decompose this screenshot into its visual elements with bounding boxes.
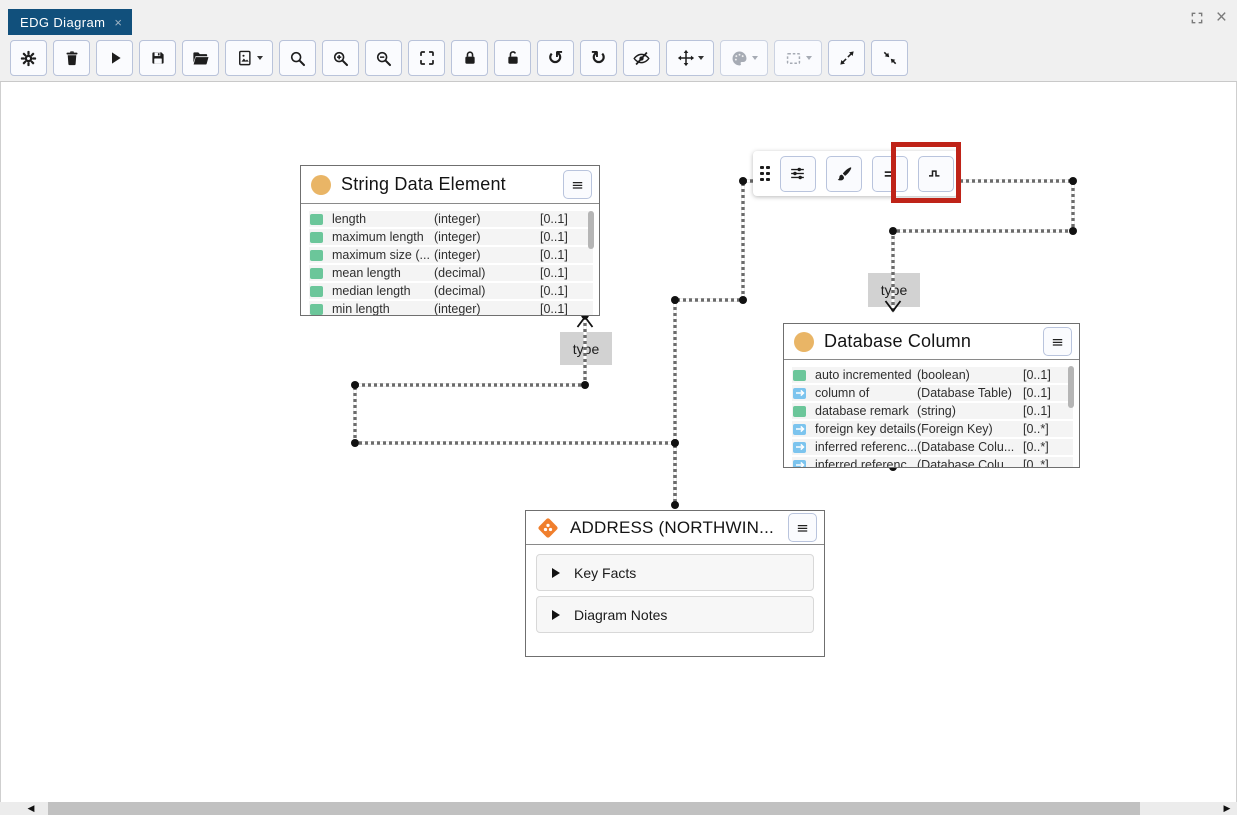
attribute-icon	[793, 370, 806, 381]
node-address[interactable]: ADDRESS (NORTHWIN... ≡ Key Facts Diagram…	[525, 510, 825, 657]
attribute-icon	[310, 232, 323, 243]
attribute-list: auto incremented (boolean) [0..1] column…	[784, 360, 1079, 468]
highlight-callout-box	[891, 142, 961, 203]
attribute-row[interactable]: length (integer) [0..1]	[309, 211, 593, 227]
node-header[interactable]: String Data Element ≡	[301, 166, 599, 204]
attribute-row[interactable]: inferred referenc... (Database Colu... […	[792, 457, 1073, 468]
node-title: Database Column	[824, 331, 1043, 352]
horizontal-scrollbar[interactable]: ◀ ▶	[0, 802, 1237, 815]
style-brush-button[interactable]	[826, 156, 862, 192]
attribute-icon	[793, 406, 806, 417]
section-diagram-notes[interactable]: Diagram Notes	[536, 596, 814, 633]
expand-triangle-icon	[552, 610, 560, 620]
attribute-icon	[310, 214, 323, 225]
relation-icon	[793, 460, 806, 469]
class-circle-icon	[794, 332, 814, 352]
node-database-column[interactable]: Database Column ≡ auto incremented (bool…	[783, 323, 1080, 468]
node-scrollbar[interactable]	[588, 211, 594, 249]
attribute-row[interactable]: column of (Database Table) [0..1]	[792, 385, 1073, 401]
scroll-left-arrow-icon[interactable]: ◀	[24, 802, 38, 815]
edge-address-to-string-data-element[interactable]	[355, 317, 675, 505]
node-string-data-element[interactable]: String Data Element ≡ length (integer) […	[300, 165, 600, 316]
attribute-icon	[310, 286, 323, 297]
attribute-list: length (integer) [0..1] maximum length (…	[301, 204, 599, 316]
attribute-icon	[310, 250, 323, 261]
instance-diamond-icon	[536, 516, 560, 540]
attribute-row[interactable]: database remark (string) [0..1]	[792, 403, 1073, 419]
attribute-row[interactable]: maximum size (... (integer) [0..1]	[309, 247, 593, 263]
drag-grip-icon[interactable]	[760, 166, 770, 182]
attribute-row[interactable]: maximum length (integer) [0..1]	[309, 229, 593, 245]
attribute-row[interactable]: inferred referenc... (Database Colu... […	[792, 439, 1073, 455]
relation-icon	[793, 424, 806, 435]
relation-icon	[793, 442, 806, 453]
attribute-icon	[310, 304, 323, 315]
class-circle-icon	[311, 175, 331, 195]
horizontal-scrollbar-thumb[interactable]	[48, 802, 1140, 815]
sliders-icon	[788, 164, 807, 183]
scroll-right-arrow-icon[interactable]: ▶	[1220, 802, 1234, 815]
node-menu-button[interactable]: ≡	[1043, 327, 1072, 356]
relation-icon	[793, 388, 806, 399]
node-header[interactable]: Database Column ≡	[784, 324, 1079, 360]
node-title: ADDRESS (NORTHWIN...	[570, 518, 788, 538]
attribute-row[interactable]: median length (decimal) [0..1]	[309, 283, 593, 299]
node-title: String Data Element	[341, 174, 563, 195]
expand-triangle-icon	[552, 568, 560, 578]
node-menu-button[interactable]: ≡	[788, 513, 817, 542]
layout-options-button[interactable]	[780, 156, 816, 192]
attribute-row[interactable]: foreign key details (Foreign Key) [0..*]	[792, 421, 1073, 437]
attribute-row[interactable]: auto incremented (boolean) [0..1]	[792, 367, 1073, 383]
node-menu-button[interactable]: ≡	[563, 170, 592, 199]
node-scrollbar[interactable]	[1068, 366, 1074, 408]
brush-icon	[835, 165, 853, 183]
attribute-icon	[310, 268, 323, 279]
attribute-row[interactable]: mean length (decimal) [0..1]	[309, 265, 593, 281]
section-key-facts[interactable]: Key Facts	[536, 554, 814, 591]
node-header[interactable]: ADDRESS (NORTHWIN... ≡	[526, 511, 824, 545]
attribute-row[interactable]: min length (integer) [0..1]	[309, 301, 593, 316]
